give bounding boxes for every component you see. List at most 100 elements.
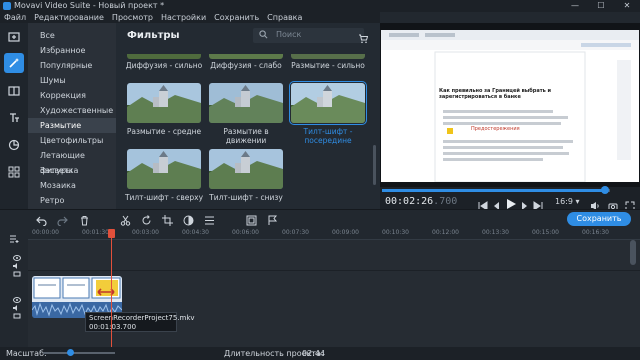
save-button[interactable]: Сохранить <box>567 212 631 226</box>
category-artistic[interactable]: Художественные <box>28 103 116 118</box>
delete-icon[interactable] <box>77 213 91 227</box>
ruler-tick: 00:06:00 <box>232 229 259 236</box>
menu-bar: Файл Редактирование Просмотр Настройки С… <box>0 12 380 23</box>
zoom-slider-handle[interactable] <box>67 349 74 356</box>
playhead[interactable] <box>111 229 112 349</box>
chevron-down-icon: ▾ <box>575 197 580 206</box>
undo-icon[interactable] <box>34 213 48 227</box>
category-noise[interactable]: Шумы <box>28 73 116 88</box>
category-popular[interactable]: Популярные <box>28 58 116 73</box>
filter-category-list: Все Избранное Популярные Шумы Коррекция … <box>28 23 116 209</box>
add-track-icon[interactable] <box>9 228 20 247</box>
search-input[interactable]: Поиск <box>253 28 364 43</box>
ruler-tick: 00:03:00 <box>132 229 159 236</box>
store-cart-icon[interactable] <box>358 29 369 48</box>
preview-progress-handle[interactable] <box>601 186 609 194</box>
filter-caption: Размытие - средне <box>126 127 202 136</box>
clip-properties-icon[interactable] <box>202 213 216 227</box>
panel-title: Фильтры <box>127 30 180 41</box>
tool-strip <box>0 23 28 209</box>
menu-help[interactable]: Справка <box>263 12 306 23</box>
filter-thumbnail[interactable] <box>127 149 201 189</box>
filter-thumbnail[interactable] <box>209 83 283 123</box>
category-flying-shapes[interactable]: Летающие фигуры <box>28 148 116 175</box>
clip-tooltip: ScreenRecorderProject75.mkv 00:01:03.700 <box>85 312 195 332</box>
filters-scrollbar[interactable] <box>373 145 376 185</box>
clip-time: 00:01:03.700 <box>89 323 137 331</box>
ruler-tick: 00:16:30 <box>582 229 609 236</box>
ruler-tick: 00:04:30 <box>182 229 209 236</box>
more-tools-icon[interactable] <box>4 162 24 182</box>
category-correction[interactable]: Коррекция <box>28 88 116 103</box>
zoom-slider[interactable] <box>43 352 115 354</box>
filter-thumbnail[interactable] <box>127 83 201 123</box>
category-blur[interactable]: Размытие <box>28 118 116 133</box>
filter-caption: Тилт-шифт - сверху <box>124 193 204 202</box>
aspect-ratio-value: 16:9 <box>555 197 573 206</box>
current-time-main: 00:02:26 <box>385 196 434 207</box>
marker-flag-icon[interactable] <box>265 213 279 227</box>
category-retro[interactable]: Ретро <box>28 193 116 208</box>
filter-caption: Тилт-шифт - снизу <box>209 193 283 202</box>
filter-thumbnail[interactable] <box>209 49 283 59</box>
menu-view[interactable]: Просмотр <box>108 12 157 23</box>
lane-divider <box>28 270 640 271</box>
track-headers <box>0 235 28 347</box>
track-lock-icon[interactable] <box>13 262 21 281</box>
timeline-scrollbar[interactable] <box>630 240 636 265</box>
redo-icon[interactable] <box>55 213 69 227</box>
duration-value: 02:44 <box>302 349 326 358</box>
document-heading: Как превильно за Границей выбрать и заре… <box>439 88 552 100</box>
filters-icon[interactable] <box>4 53 24 73</box>
title-bar: Movavi Video Suite - Новый проект * — ☐ … <box>0 0 640 12</box>
rotate-icon[interactable] <box>139 213 153 227</box>
category-mosaic[interactable]: Мозаика <box>28 178 116 193</box>
filter-thumbnail[interactable] <box>209 149 283 189</box>
menu-edit[interactable]: Редактирование <box>30 12 108 23</box>
filter-caption-selected: Тилт-шифт - посередине <box>303 127 353 145</box>
category-favorites[interactable]: Избранное <box>28 43 116 58</box>
ruler-tick: 00:09:00 <box>332 229 359 236</box>
maximize-button[interactable]: ☐ <box>588 0 614 12</box>
record-voice-icon[interactable] <box>244 213 258 227</box>
current-time-ms: .700 <box>433 196 458 207</box>
track-lock-icon[interactable] <box>13 304 21 323</box>
filter-caption: Диффузия - слабо <box>210 61 282 70</box>
crop-icon[interactable] <box>160 213 174 227</box>
timeline-ruler[interactable]: 00:00:00 00:01:30 00:03:00 00:04:30 00:0… <box>28 229 640 240</box>
close-button[interactable]: ✕ <box>614 0 640 12</box>
preview-frame: Как превильно за Границей выбрать и заре… <box>381 30 639 182</box>
menu-file[interactable]: Файл <box>0 12 30 23</box>
category-light-leaks[interactable]: Засветка <box>28 163 116 178</box>
ruler-tick: 00:01:30 <box>82 229 109 236</box>
filter-caption: Размытие - сильно <box>291 61 365 70</box>
category-all[interactable]: Все <box>28 28 116 43</box>
cut-icon[interactable] <box>118 213 132 227</box>
stickers-icon[interactable] <box>4 135 24 155</box>
timeline-toolbar <box>0 209 640 229</box>
current-time: 00:02:26.700 <box>385 196 457 207</box>
ruler-tick: 00:15:00 <box>532 229 559 236</box>
filter-thumbnail[interactable] <box>291 49 365 59</box>
playhead-handle[interactable] <box>108 229 115 238</box>
move-clip-icon[interactable] <box>96 284 116 303</box>
filter-caption: Диффузия - сильно <box>125 61 203 70</box>
ruler-tick: 00:13:30 <box>482 229 509 236</box>
transitions-icon[interactable] <box>4 81 24 101</box>
category-color-filters[interactable]: Цветофильтры <box>28 133 116 148</box>
filter-thumbnail-selected[interactable] <box>289 81 367 125</box>
menu-save[interactable]: Сохранить <box>210 12 263 23</box>
minimize-button[interactable]: — <box>562 0 588 12</box>
titles-icon[interactable] <box>4 108 24 128</box>
color-adjust-icon[interactable] <box>181 213 195 227</box>
search-placeholder: Поиск <box>276 30 302 39</box>
app-logo-icon <box>3 2 11 10</box>
clip-name: ScreenRecorderProject75.mkv <box>89 314 195 322</box>
aspect-ratio-select[interactable]: 16:9 ▾ <box>555 197 580 206</box>
filter-thumbnail[interactable] <box>127 49 201 59</box>
import-icon[interactable] <box>4 27 24 47</box>
menu-settings[interactable]: Настройки <box>157 12 210 23</box>
ruler-tick: 00:07:30 <box>282 229 309 236</box>
search-icon <box>259 30 268 41</box>
document-subheading: Предостережения <box>471 126 520 132</box>
